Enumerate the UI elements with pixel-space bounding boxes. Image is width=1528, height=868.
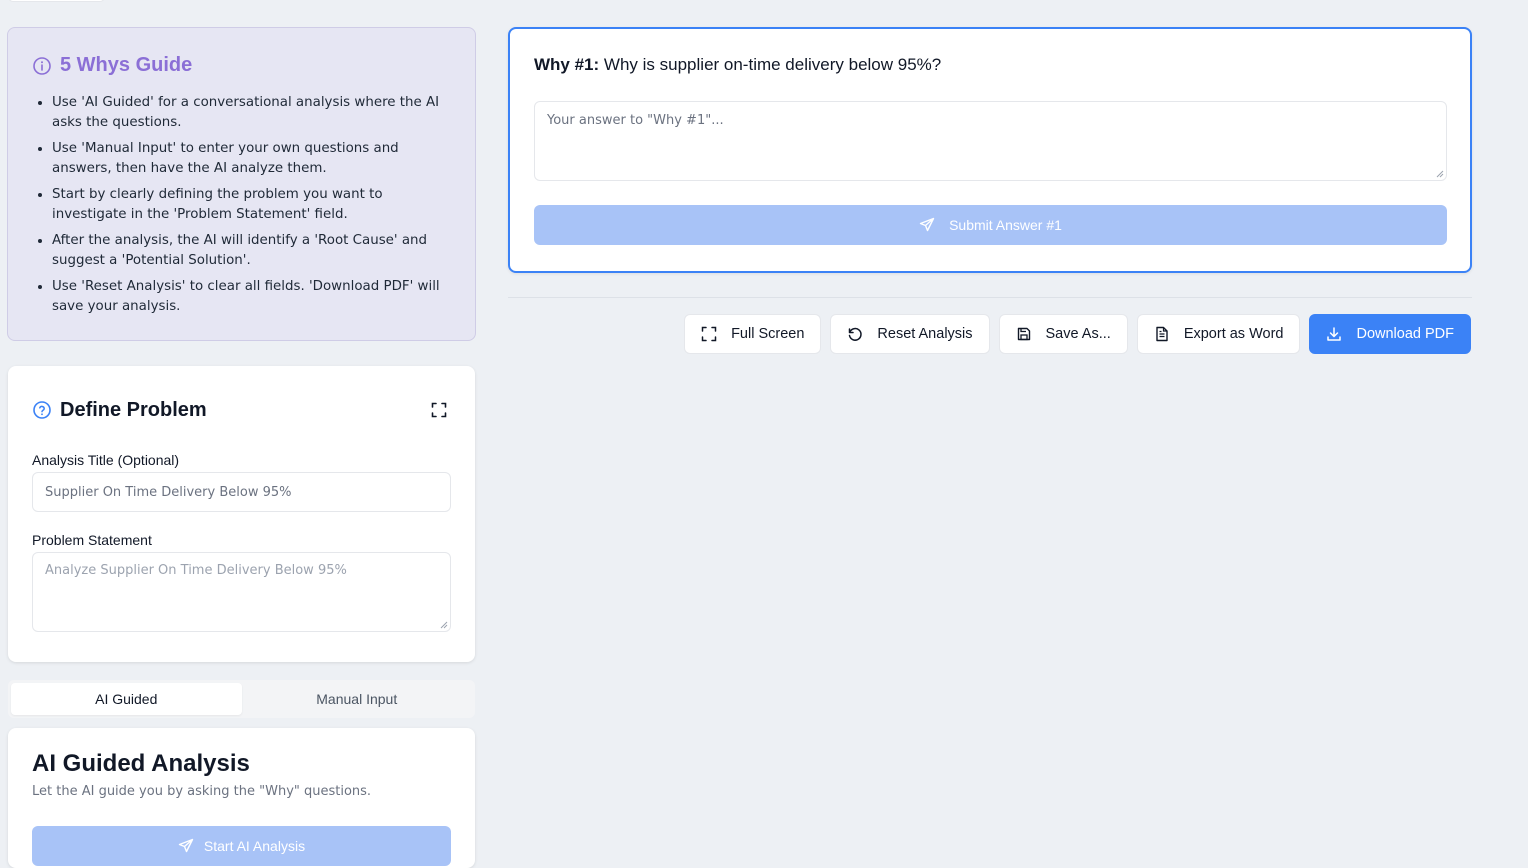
send-icon xyxy=(919,217,935,232)
ai-guided-card: AI Guided Analysis Let the AI guide you … xyxy=(8,728,475,868)
save-as-label: Save As... xyxy=(1045,326,1111,342)
full-screen-label: Full Screen xyxy=(731,326,805,342)
problem-statement-textarea[interactable]: Analyze Supplier On Time Delivery Below … xyxy=(32,552,451,632)
resize-handle-icon[interactable] xyxy=(440,621,448,629)
mode-tabs: AI Guided Manual Input xyxy=(8,680,475,718)
problem-statement-label: Problem Statement xyxy=(32,532,152,548)
guide-title: 5 Whys Guide xyxy=(60,54,193,76)
download-icon xyxy=(1327,327,1342,341)
guide-list: Use 'AI Guided' for a conversational ana… xyxy=(32,93,451,317)
submit-answer-label: Submit Answer #1 xyxy=(949,217,1062,233)
help-circle-icon xyxy=(32,400,52,420)
guide-card: 5 Whys Guide Use 'AI Guided' for a conve… xyxy=(7,27,476,341)
save-as-button[interactable]: Save As... xyxy=(998,314,1128,354)
download-pdf-label: Download PDF xyxy=(1356,326,1454,342)
guide-item: Use 'AI Guided' for a conversational ana… xyxy=(52,93,451,133)
guide-header: 5 Whys Guide xyxy=(32,54,451,77)
analysis-title-input[interactable]: Supplier On Time Delivery Below 95% xyxy=(32,472,451,512)
action-toolbar: Full Screen Reset Analysis Save As... Ex… xyxy=(684,314,1471,354)
why-answer-textarea[interactable]: Your answer to "Why #1"... xyxy=(534,101,1447,181)
tab-manual-input[interactable]: Manual Input xyxy=(242,683,473,715)
export-word-label: Export as Word xyxy=(1183,326,1284,342)
guide-item: After the analysis, the AI will identify… xyxy=(52,231,451,271)
maximize-icon xyxy=(701,326,717,342)
why-number-label: Why #1: xyxy=(534,55,600,74)
full-screen-button[interactable]: Full Screen xyxy=(684,314,822,354)
guide-item: Use 'Manual Input' to enter your own que… xyxy=(52,139,451,179)
tab-ai-guided[interactable]: AI Guided xyxy=(11,683,242,715)
top-tab-stub xyxy=(8,0,105,2)
define-problem-card: Define Problem Analysis Title (Optional)… xyxy=(8,366,475,662)
problem-statement-placeholder: Analyze Supplier On Time Delivery Below … xyxy=(45,563,347,578)
guide-item: Use 'Reset Analysis' to clear all fields… xyxy=(52,277,451,317)
why-question-text: Why is supplier on-time delivery below 9… xyxy=(603,55,942,74)
why-question: Why #1: Why is supplier on-time delivery… xyxy=(534,55,1446,75)
save-icon xyxy=(1017,327,1030,341)
rotate-ccw-icon xyxy=(849,327,863,341)
why-question-card: Why #1: Why is supplier on-time delivery… xyxy=(508,27,1472,273)
divider xyxy=(508,297,1472,298)
submit-answer-button[interactable]: Submit Answer #1 xyxy=(534,205,1447,245)
guide-item: Start by clearly defining the problem yo… xyxy=(52,185,451,225)
resize-handle-icon[interactable] xyxy=(1436,170,1444,178)
start-ai-analysis-label: Start AI Analysis xyxy=(203,838,306,854)
maximize-icon xyxy=(431,402,447,418)
download-pdf-button[interactable]: Download PDF xyxy=(1309,314,1471,354)
send-icon xyxy=(178,838,194,853)
analysis-title-placeholder: Supplier On Time Delivery Below 95% xyxy=(45,484,292,500)
expand-button[interactable] xyxy=(427,398,451,422)
why-answer-placeholder: Your answer to "Why #1"... xyxy=(547,113,724,128)
analysis-title-label: Analysis Title (Optional) xyxy=(32,452,180,468)
info-icon xyxy=(32,56,52,76)
reset-analysis-button[interactable]: Reset Analysis xyxy=(830,314,990,354)
define-problem-title: Define Problem xyxy=(60,398,207,421)
define-problem-header: Define Problem xyxy=(32,390,451,430)
start-ai-analysis-button[interactable]: Start AI Analysis xyxy=(32,826,451,866)
file-text-icon xyxy=(1156,326,1168,342)
ai-guided-subtitle: Let the AI guide you by asking the "Why"… xyxy=(32,784,372,799)
ai-guided-title: AI Guided Analysis xyxy=(32,750,250,777)
reset-analysis-label: Reset Analysis xyxy=(877,326,973,342)
export-word-button[interactable]: Export as Word xyxy=(1136,314,1301,354)
